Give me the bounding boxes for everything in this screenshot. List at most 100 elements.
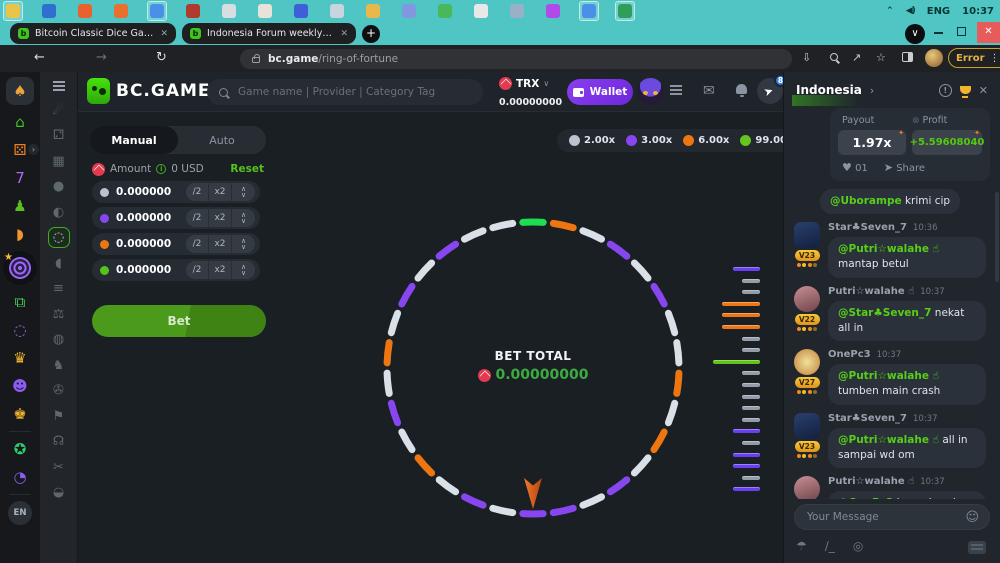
tab-close-icon[interactable]: ✕ <box>340 29 348 39</box>
double-button[interactable]: x2 <box>209 183 232 201</box>
menu-list-icon[interactable] <box>670 85 682 95</box>
chat-close-icon[interactable]: ✕ <box>979 84 988 97</box>
game-item-keno-ball[interactable]: ◍ <box>48 329 70 350</box>
chat-region[interactable]: Indonesia <box>796 83 862 97</box>
chat-toggle-button[interactable]: ➤ 8 <box>757 78 783 104</box>
bcgame-logo-text[interactable]: BC.GAME <box>116 81 211 101</box>
bet-amount-value[interactable]: 0.000000 <box>116 238 171 250</box>
amount-stepper[interactable]: ∧∨ <box>232 235 255 253</box>
game-item-classic-dice[interactable]: ⚁ <box>48 125 70 146</box>
firefox-taskbar-icon[interactable] <box>114 4 128 18</box>
sidebar-item-home[interactable]: ⌂ <box>8 111 32 133</box>
double-button[interactable]: x2 <box>209 209 232 227</box>
back-button[interactable]: ← <box>34 50 45 65</box>
avatar[interactable] <box>794 349 820 375</box>
search-tool-taskbar-icon[interactable] <box>330 4 344 18</box>
notifications-bell-icon[interactable] <box>736 84 747 94</box>
window-close-button[interactable]: ✕ <box>977 22 1000 43</box>
excel-taskbar-icon[interactable] <box>618 4 632 18</box>
avatar[interactable] <box>794 286 820 312</box>
side-panel-icon[interactable] <box>902 52 913 62</box>
tab-manual[interactable]: Manual <box>90 126 178 154</box>
file-explorer-taskbar-icon[interactable] <box>6 4 20 18</box>
shared-bet-card[interactable]: Payout ⊗Profit 1.97x✦ +5.59608040✦ ♥ 01 … <box>830 108 990 181</box>
forward-button[interactable]: → <box>96 50 107 65</box>
user-avatar[interactable] <box>637 78 664 105</box>
chevron-right-icon[interactable]: › <box>28 144 39 155</box>
game-item-saturn-ufo[interactable]: ◐ <box>48 202 70 223</box>
info-icon[interactable]: i <box>156 164 166 174</box>
avatar[interactable] <box>794 222 820 248</box>
sidebar-item-party-masks[interactable]: ☻ <box>8 375 32 397</box>
mention[interactable]: @Uborampe <box>830 195 902 207</box>
media-player-taskbar-icon[interactable] <box>78 4 92 18</box>
username[interactable]: Star♣Seven_7 <box>828 413 907 424</box>
gif-icon[interactable]: ◎ <box>853 539 863 553</box>
trophy-icon[interactable] <box>960 86 971 94</box>
sidebar-item-casino-dice[interactable]: ⚄› <box>8 139 32 161</box>
reset-button[interactable]: Reset <box>230 163 264 175</box>
sidebar-item-leaderboard[interactable]: ♚ <box>8 403 32 425</box>
card-keyboard-icon[interactable] <box>968 541 986 554</box>
omnibox[interactable]: bc.game/ring-of-fortune <box>240 49 792 69</box>
game-item-misc-game[interactable]: ◒ <box>48 482 70 503</box>
share-icon[interactable]: ↗ <box>852 51 861 64</box>
browser-menu-icon[interactable]: ⋮ <box>990 53 1000 64</box>
image-editor-taskbar-icon[interactable] <box>294 4 308 18</box>
double-button[interactable]: x2 <box>209 261 232 279</box>
game-item-tower-flag[interactable]: ⚑ <box>48 406 70 427</box>
browser-menu-error[interactable]: Error ⋮ <box>948 48 1000 68</box>
chrome-window-taskbar-icon[interactable] <box>582 4 596 18</box>
sidebar-item-promotions[interactable]: ◗ <box>8 223 32 245</box>
bet-amount-value[interactable]: 0.000000 <box>116 186 171 198</box>
mention[interactable]: @Star♣Seven_7 <box>838 307 931 319</box>
game-item-mines-bomb[interactable]: ● <box>48 176 70 197</box>
bet-button[interactable]: Bet <box>92 305 266 337</box>
game-item-plinko-box[interactable]: ▦ <box>48 151 70 172</box>
stepper-down-icon[interactable]: ∨ <box>241 244 246 250</box>
lock-icon[interactable] <box>252 57 260 63</box>
tab-search-chevron[interactable]: ∨ <box>905 24 925 44</box>
game-app-taskbar-icon[interactable] <box>438 4 452 18</box>
username[interactable]: OnePc3 <box>828 349 871 360</box>
mention[interactable]: @Putri☆walahe ☝ <box>838 243 939 255</box>
share-button[interactable]: ➤ Share <box>884 161 925 174</box>
tab-auto[interactable]: Auto <box>178 134 266 147</box>
clipboard-app-taskbar-icon[interactable] <box>222 4 236 18</box>
install-icon[interactable]: ⇩ <box>802 51 811 64</box>
half-button[interactable]: /2 <box>186 235 209 253</box>
chat-scrollbar[interactable] <box>995 192 999 282</box>
sidebar-item-fortune-wheel[interactable]: ◌ <box>8 319 32 341</box>
chat-rules-icon[interactable]: ! <box>939 84 952 97</box>
bookmark-star-icon[interactable]: ☆ <box>876 51 886 64</box>
window-maximize-button[interactable] <box>957 27 966 36</box>
username[interactable]: Star♣Seven_7 <box>828 222 907 233</box>
browser-tab[interactable]: bIndonesia Forum weekly Challeng✕ <box>182 23 356 44</box>
sidebar-item-language-en[interactable]: EN <box>8 501 32 525</box>
zoom-icon[interactable] <box>830 53 838 61</box>
sidebar-item-rewards-star[interactable]: ✪ <box>8 438 32 460</box>
photos-app-taskbar-icon[interactable] <box>42 4 56 18</box>
browser-tab[interactable]: bBitcoin Classic Dice Game - Play |✕ <box>10 23 176 44</box>
amount-stepper[interactable]: ∧∨ <box>232 183 255 201</box>
sidebar-item-slots-7[interactable]: 7 <box>8 167 32 189</box>
game-item-wheel-reel[interactable]: ✇ <box>48 380 70 401</box>
game-item-scissors-game[interactable]: ✂ <box>48 457 70 478</box>
mention[interactable]: @Putri☆walahe ☝ <box>838 434 939 446</box>
bcgame-logo-icon[interactable] <box>87 78 110 104</box>
pidgin-taskbar-icon[interactable] <box>402 4 416 18</box>
sidebar-item-vip-crown[interactable]: ♛ <box>8 347 32 369</box>
amount-stepper[interactable]: ∧∨ <box>232 209 255 227</box>
stepper-down-icon[interactable]: ∨ <box>241 270 246 276</box>
chevron-right-icon[interactable]: › <box>870 84 874 97</box>
double-button[interactable]: x2 <box>209 235 232 253</box>
browser-profile-avatar[interactable] <box>925 49 943 67</box>
avatar[interactable] <box>794 413 820 439</box>
window-minimize-button[interactable] <box>934 32 943 34</box>
rain-tip-icon[interactable]: ☂ <box>796 539 807 553</box>
game-item-ring-of-fortune[interactable]: ◌ <box>48 227 70 248</box>
brand-spade-icon[interactable]: ♠ <box>6 77 34 105</box>
message-input[interactable] <box>805 510 965 524</box>
amount-stepper[interactable]: ∧∨ <box>232 261 255 279</box>
game-item-balance-scale[interactable]: ⚖ <box>48 304 70 325</box>
